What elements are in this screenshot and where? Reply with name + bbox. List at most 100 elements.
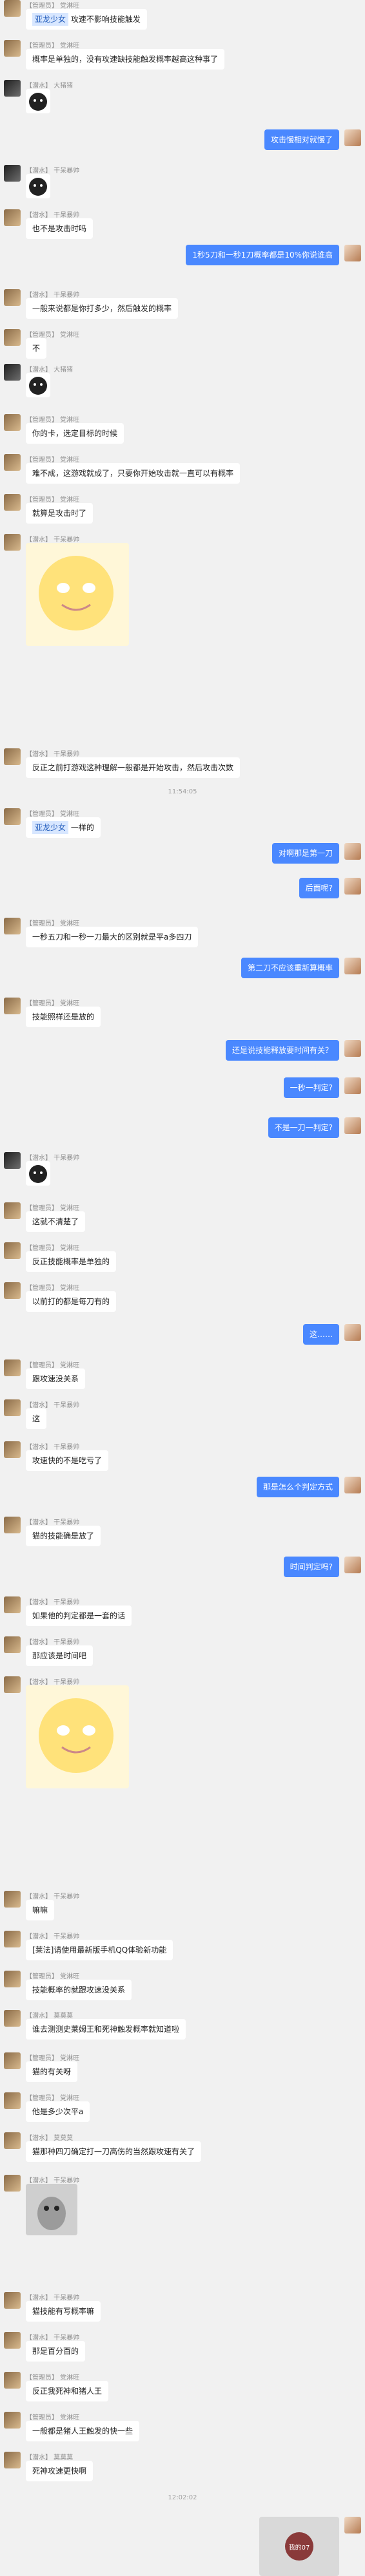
message-bubble[interactable]: 你的卡，选定目标的时候 <box>26 423 124 444</box>
message-bubble[interactable]: 概率是单独的，没有攻速缺技能触发概率越高这种事了 <box>26 49 225 70</box>
self-avatar[interactable] <box>344 129 361 146</box>
avatar[interactable] <box>4 2010 21 2027</box>
avatar[interactable] <box>4 918 21 934</box>
message-bubble[interactable]: 那是百分百的 <box>26 2341 86 2362</box>
mention-tag[interactable]: 亚龙少女 <box>32 13 69 26</box>
message-bubble[interactable]: 1秒5刀和一秒1刀概率都是10%你说谁高 <box>186 245 339 265</box>
avatar[interactable] <box>4 1596 21 1613</box>
message-bubble[interactable]: 不是一刀一判定? <box>268 1117 339 1138</box>
message-bubble[interactable]: 攻击慢相对就慢了 <box>264 129 339 150</box>
message-bubble[interactable]: 猫的技能确是放了 <box>26 1526 101 1546</box>
self-avatar[interactable] <box>344 1477 361 1493</box>
message-bubble[interactable]: 技能概率的就跟攻速没关系 <box>26 1980 132 2000</box>
self-avatar[interactable] <box>344 1557 361 1573</box>
avatar[interactable] <box>4 454 21 471</box>
sticker-image[interactable] <box>26 1161 50 1186</box>
message-bubble[interactable]: 亚龙少女 攻速不影响技能触发 <box>26 9 147 30</box>
self-avatar[interactable] <box>344 878 361 895</box>
message-bubble[interactable]: 对啊那是第一刀 <box>271 843 339 864</box>
message-bubble[interactable]: 跟攻速没关系 <box>26 1368 86 1389</box>
avatar[interactable] <box>4 998 21 1014</box>
avatar[interactable] <box>4 2175 21 2192</box>
self-avatar[interactable] <box>344 958 361 974</box>
avatar[interactable] <box>4 2132 21 2149</box>
message-bubble[interactable]: 反正技能概率是单独的 <box>26 1251 117 1272</box>
avatar[interactable] <box>4 364 21 381</box>
message-bubble[interactable]: 他是多少次平a <box>26 2101 90 2122</box>
avatar[interactable] <box>4 2092 21 2109</box>
avatar[interactable] <box>4 1242 21 1259</box>
avatar[interactable] <box>4 2452 21 2468</box>
message-bubble[interactable]: 第二刀不应该重新算概率 <box>241 958 339 978</box>
avatar[interactable] <box>4 1441 21 1458</box>
message-bubble[interactable]: 亚龙少女 一样的 <box>26 817 101 838</box>
sticker-image[interactable] <box>26 1685 129 1788</box>
avatar[interactable] <box>4 1931 21 1947</box>
avatar[interactable] <box>4 1891 21 1908</box>
message-bubble[interactable]: 也不是攻击时吗 <box>26 218 94 239</box>
message-bubble[interactable]: 一秒一判定? <box>283 1077 339 1098</box>
avatar[interactable] <box>4 1359 21 1376</box>
message-bubble[interactable]: 还是说技能释放要时间有关？ <box>225 1040 339 1061</box>
avatar[interactable] <box>4 1636 21 1653</box>
sticker-image[interactable] <box>26 89 50 113</box>
avatar[interactable] <box>4 1676 21 1693</box>
avatar[interactable] <box>4 40 21 57</box>
message-bubble[interactable]: 那是怎么个判定方式 <box>256 1477 339 1497</box>
message-bubble[interactable]: 一般来说都是你打多少，然后触发的概率 <box>26 298 179 319</box>
avatar[interactable] <box>4 534 21 551</box>
message-bubble[interactable]: 猫的有关呀 <box>26 2061 78 2082</box>
message-bubble[interactable]: 技能照样还是放的 <box>26 1007 101 1027</box>
avatar[interactable] <box>4 329 21 346</box>
avatar[interactable] <box>4 1517 21 1533</box>
avatar[interactable] <box>4 0 21 17</box>
avatar[interactable] <box>4 165 21 182</box>
avatar[interactable] <box>4 414 21 431</box>
avatar[interactable] <box>4 1202 21 1219</box>
avatar[interactable] <box>4 494 21 511</box>
sticker-image[interactable] <box>26 174 50 198</box>
self-avatar[interactable] <box>344 1324 361 1341</box>
self-avatar[interactable] <box>344 245 361 261</box>
message-bubble[interactable]: 那应该是时间吧 <box>26 1645 94 1666</box>
message-bubble[interactable]: 以前打的都是每刀有的 <box>26 1291 117 1312</box>
avatar[interactable] <box>4 1282 21 1299</box>
message-bubble[interactable]: 一般都是猪人王触发的快一些 <box>26 2421 140 2441</box>
message-bubble[interactable]: 嘛嘛 <box>26 1900 55 1920</box>
message-bubble[interactable]: 猫技能有写概率嘛 <box>26 2301 101 2322</box>
message-bubble[interactable]: 后面呢? <box>299 878 339 898</box>
avatar[interactable] <box>4 1399 21 1416</box>
avatar[interactable] <box>4 1971 21 1987</box>
avatar[interactable] <box>4 2292 21 2309</box>
avatar[interactable] <box>4 289 21 306</box>
sticker-image[interactable] <box>26 543 129 646</box>
message-bubble[interactable]: 一秒五刀和一秒一刀最大的区别就是平a多四刀 <box>26 927 199 947</box>
avatar[interactable] <box>4 2372 21 2389</box>
avatar[interactable] <box>4 80 21 97</box>
message-bubble[interactable]: 反正我死神和猪人王 <box>26 2381 109 2401</box>
sticker-image[interactable] <box>26 373 50 397</box>
message-bubble[interactable]: 难不成，这游戏就成了，只要你开始攻击就一直可以有概率 <box>26 463 241 484</box>
message-bubble[interactable]: 猫那种四刀确定打一刀高伤的当然跟攻速有关了 <box>26 2141 202 2162</box>
message-bubble[interactable]: 这 <box>26 1408 47 1429</box>
message-bubble[interactable]: 死神攻速更快啊 <box>26 2461 94 2481</box>
self-avatar[interactable] <box>344 1117 361 1134</box>
avatar[interactable] <box>4 209 21 226</box>
avatar[interactable] <box>4 2052 21 2069</box>
message-bubble[interactable]: 这…… <box>302 1324 339 1345</box>
self-avatar[interactable] <box>344 1040 361 1057</box>
avatar[interactable] <box>4 748 21 765</box>
image-message[interactable]: 我的07 <box>259 2517 339 2576</box>
message-bubble[interactable]: 就算是攻击时了 <box>26 503 94 524</box>
mention-tag[interactable]: 亚龙少女 <box>32 821 69 834</box>
message-bubble[interactable]: 不 <box>26 338 47 359</box>
self-avatar[interactable] <box>344 1077 361 1094</box>
photo-image[interactable] <box>26 2184 77 2235</box>
message-bubble[interactable]: [莱法]请使用最新版手机QQ体验新功能 <box>26 1940 173 1960</box>
avatar[interactable] <box>4 1152 21 1169</box>
message-bubble[interactable]: 这就不清楚了 <box>26 1211 86 1232</box>
avatar[interactable] <box>4 2332 21 2349</box>
message-bubble[interactable]: 攻速快的不是吃亏了 <box>26 1450 109 1471</box>
message-bubble[interactable]: 反正之前打游戏这种理解一般都是开始攻击，然后攻击次数 <box>26 757 241 778</box>
message-bubble[interactable]: 谁去测测史莱姆王和死神触发概率就知道啦 <box>26 2019 186 2040</box>
